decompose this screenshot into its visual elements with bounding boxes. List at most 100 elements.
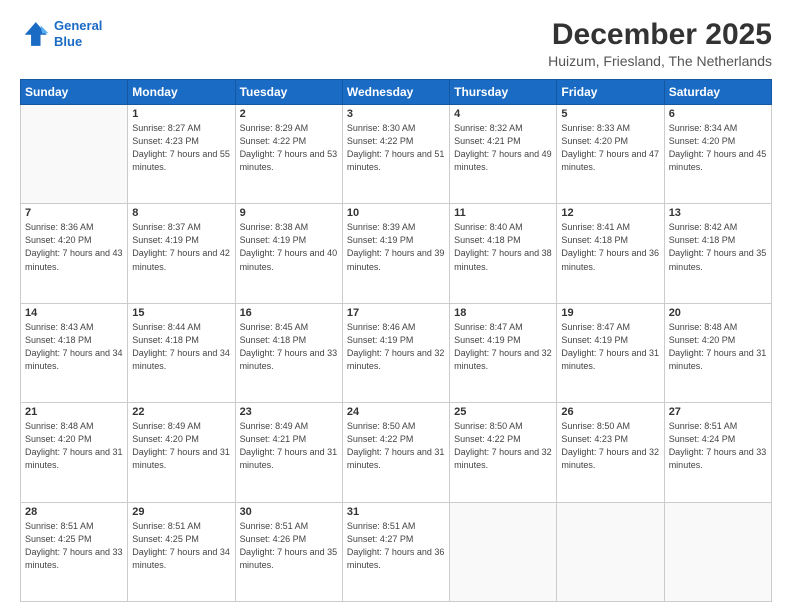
day-number: 6 [669,108,767,120]
calendar-cell-w2d3: 9 Sunrise: 8:38 AMSunset: 4:19 PMDaylight… [235,204,342,303]
col-tuesday: Tuesday [235,80,342,105]
cell-info: Sunrise: 8:47 AMSunset: 4:19 PMDaylight:… [454,321,552,373]
cell-info: Sunrise: 8:48 AMSunset: 4:20 PMDaylight:… [669,321,767,373]
calendar-cell-w4d2: 22Sunrise: 8:49 AMSunset: 4:20 PMDayligh… [128,403,235,502]
calendar-cell-w5d4: 31 Sunrise: 8:51 AMSunset: 4:27 PMDayligh… [342,502,449,601]
cell-info: Sunrise: 8:50 AMSunset: 4:22 PMDaylight:… [454,420,552,472]
day-number: 22 [132,406,230,418]
day-number: 27 [669,406,767,418]
header: General Blue December 2025 Huizum, Fries… [20,18,772,69]
cell-info: Sunrise: 8:34 AMSunset: 4:20 PMDaylight:… [669,122,767,174]
main-title: December 2025 [548,18,772,51]
col-saturday: Saturday [664,80,771,105]
day-number: 4 [454,108,552,120]
logo-line2: Blue [54,34,82,49]
calendar-cell-w4d7: 27Sunrise: 8:51 AMSunset: 4:24 PMDayligh… [664,403,771,502]
day-number: 19 [561,307,659,319]
calendar-cell-w2d6: 12Sunrise: 8:41 AMSunset: 4:18 PMDayligh… [557,204,664,303]
day-number: 1 [132,108,230,120]
day-number: 13 [669,207,767,219]
logo-text: General Blue [54,18,102,49]
calendar-cell-w4d5: 25 Sunrise: 8:50 AMSunset: 4:22 PMDayligh… [450,403,557,502]
calendar-cell-w2d7: 13 Sunrise: 8:42 AMSunset: 4:18 PMDayligh… [664,204,771,303]
calendar-cell-w2d4: 10 Sunrise: 8:39 AMSunset: 4:19 PMDayligh… [342,204,449,303]
cell-info: Sunrise: 8:51 AMSunset: 4:26 PMDaylight:… [240,520,338,572]
day-number: 24 [347,406,445,418]
calendar-cell-w2d5: 11Sunrise: 8:40 AMSunset: 4:18 PMDayligh… [450,204,557,303]
day-number: 5 [561,108,659,120]
day-number: 2 [240,108,338,120]
calendar-cell-w3d4: 17 Sunrise: 8:46 AMSunset: 4:19 PMDayligh… [342,303,449,402]
day-number: 14 [25,307,123,319]
cell-info: Sunrise: 8:49 AMSunset: 4:21 PMDaylight:… [240,420,338,472]
calendar-table: Sunday Monday Tuesday Wednesday Thursday… [20,79,772,602]
day-number: 15 [132,307,230,319]
logo-icon [20,19,50,49]
col-thursday: Thursday [450,80,557,105]
day-number: 21 [25,406,123,418]
cell-info: Sunrise: 8:39 AMSunset: 4:19 PMDaylight:… [347,221,445,273]
col-sunday: Sunday [21,80,128,105]
cell-info: Sunrise: 8:46 AMSunset: 4:19 PMDaylight:… [347,321,445,373]
cell-info: Sunrise: 8:30 AMSunset: 4:22 PMDaylight:… [347,122,445,174]
col-wednesday: Wednesday [342,80,449,105]
calendar-cell-w1d5: 4 Sunrise: 8:32 AMSunset: 4:21 PMDaylight… [450,105,557,204]
calendar-cell-w3d1: 14 Sunrise: 8:43 AMSunset: 4:18 PMDayligh… [21,303,128,402]
calendar-cell-w4d1: 21 Sunrise: 8:48 AMSunset: 4:20 PMDayligh… [21,403,128,502]
cell-info: Sunrise: 8:50 AMSunset: 4:22 PMDaylight:… [347,420,445,472]
calendar-cell-w3d3: 16 Sunrise: 8:45 AMSunset: 4:18 PMDayligh… [235,303,342,402]
day-number: 9 [240,207,338,219]
day-number: 26 [561,406,659,418]
day-number: 8 [132,207,230,219]
calendar-cell-w3d5: 18Sunrise: 8:47 AMSunset: 4:19 PMDayligh… [450,303,557,402]
day-number: 29 [132,506,230,518]
calendar-cell-w5d1: 28 Sunrise: 8:51 AMSunset: 4:25 PMDayligh… [21,502,128,601]
calendar-cell-w1d2: 1 Sunrise: 8:27 AMSunset: 4:23 PMDaylight… [128,105,235,204]
day-number: 23 [240,406,338,418]
calendar-header-row: Sunday Monday Tuesday Wednesday Thursday… [21,80,772,105]
day-number: 12 [561,207,659,219]
title-block: December 2025 Huizum, Friesland, The Net… [548,18,772,69]
cell-info: Sunrise: 8:51 AMSunset: 4:25 PMDaylight:… [25,520,123,572]
cell-info: Sunrise: 8:50 AMSunset: 4:23 PMDaylight:… [561,420,659,472]
cell-info: Sunrise: 8:42 AMSunset: 4:18 PMDaylight:… [669,221,767,273]
cell-info: Sunrise: 8:51 AMSunset: 4:27 PMDaylight:… [347,520,445,572]
calendar-week-3: 14 Sunrise: 8:43 AMSunset: 4:18 PMDayligh… [21,303,772,402]
calendar-cell-w5d6 [557,502,664,601]
calendar-cell-w2d1: 7 Sunrise: 8:36 AMSunset: 4:20 PMDaylight… [21,204,128,303]
cell-info: Sunrise: 8:43 AMSunset: 4:18 PMDaylight:… [25,321,123,373]
col-monday: Monday [128,80,235,105]
cell-info: Sunrise: 8:37 AMSunset: 4:19 PMDaylight:… [132,221,230,273]
day-number: 31 [347,506,445,518]
day-number: 3 [347,108,445,120]
calendar-cell-w4d3: 23 Sunrise: 8:49 AMSunset: 4:21 PMDayligh… [235,403,342,502]
day-number: 28 [25,506,123,518]
subtitle: Huizum, Friesland, The Netherlands [548,53,772,69]
calendar-week-5: 28 Sunrise: 8:51 AMSunset: 4:25 PMDayligh… [21,502,772,601]
cell-info: Sunrise: 8:29 AMSunset: 4:22 PMDaylight:… [240,122,338,174]
calendar-cell-w4d6: 26 Sunrise: 8:50 AMSunset: 4:23 PMDayligh… [557,403,664,502]
day-number: 16 [240,307,338,319]
calendar-cell-w1d7: 6 Sunrise: 8:34 AMSunset: 4:20 PMDaylight… [664,105,771,204]
day-number: 30 [240,506,338,518]
day-number: 25 [454,406,552,418]
cell-info: Sunrise: 8:44 AMSunset: 4:18 PMDaylight:… [132,321,230,373]
day-number: 17 [347,307,445,319]
calendar-cell-w5d7 [664,502,771,601]
cell-info: Sunrise: 8:27 AMSunset: 4:23 PMDaylight:… [132,122,230,174]
cell-info: Sunrise: 8:45 AMSunset: 4:18 PMDaylight:… [240,321,338,373]
calendar-week-2: 7 Sunrise: 8:36 AMSunset: 4:20 PMDaylight… [21,204,772,303]
logo: General Blue [20,18,102,49]
cell-info: Sunrise: 8:48 AMSunset: 4:20 PMDaylight:… [25,420,123,472]
calendar-week-4: 21 Sunrise: 8:48 AMSunset: 4:20 PMDayligh… [21,403,772,502]
day-number: 10 [347,207,445,219]
cell-info: Sunrise: 8:36 AMSunset: 4:20 PMDaylight:… [25,221,123,273]
cell-info: Sunrise: 8:47 AMSunset: 4:19 PMDaylight:… [561,321,659,373]
calendar-cell-w1d3: 2 Sunrise: 8:29 AMSunset: 4:22 PMDaylight… [235,105,342,204]
day-number: 20 [669,307,767,319]
cell-info: Sunrise: 8:38 AMSunset: 4:19 PMDaylight:… [240,221,338,273]
day-number: 7 [25,207,123,219]
cell-info: Sunrise: 8:32 AMSunset: 4:21 PMDaylight:… [454,122,552,174]
calendar-cell-w3d7: 20 Sunrise: 8:48 AMSunset: 4:20 PMDayligh… [664,303,771,402]
calendar-cell-w2d2: 8 Sunrise: 8:37 AMSunset: 4:19 PMDaylight… [128,204,235,303]
